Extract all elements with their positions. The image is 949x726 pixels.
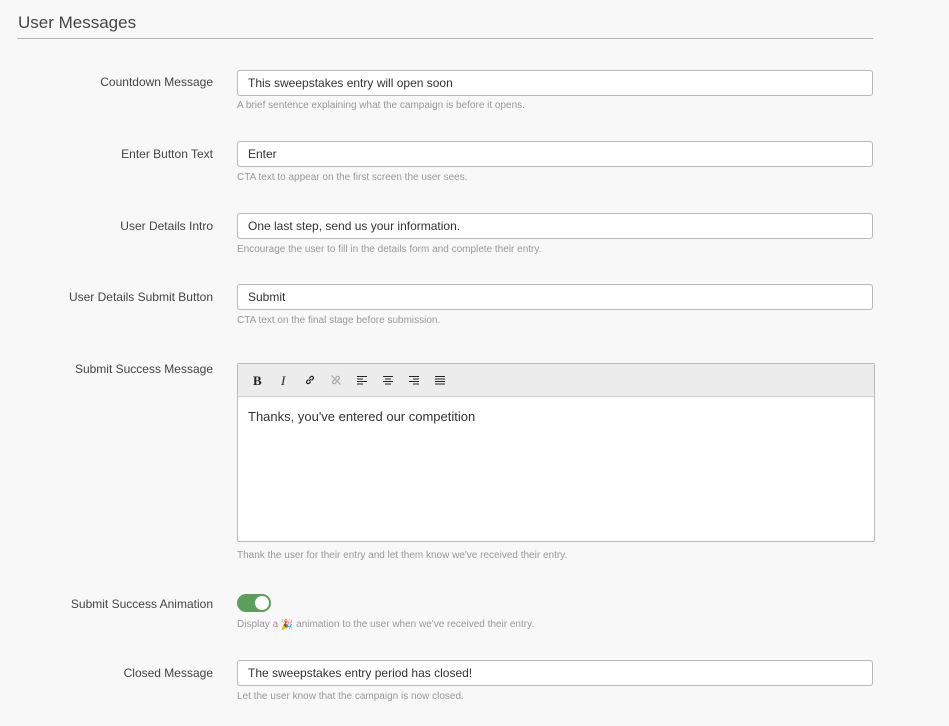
editor-content[interactable]: Thanks, you've entered our competition bbox=[238, 397, 874, 436]
svg-text:I: I bbox=[280, 374, 286, 386]
link-icon[interactable] bbox=[297, 367, 323, 393]
party-popper-icon: 🎉 bbox=[280, 620, 294, 631]
editor-toolbar: B I bbox=[238, 364, 874, 397]
align-center-icon[interactable] bbox=[375, 367, 401, 393]
toggle-knob bbox=[255, 596, 269, 610]
align-right-icon[interactable] bbox=[401, 367, 427, 393]
enter-button-text-input[interactable] bbox=[237, 141, 873, 167]
section-divider bbox=[17, 38, 873, 39]
countdown-message-help: A brief sentence explaining what the cam… bbox=[237, 100, 525, 111]
user-details-submit-help: CTA text on the final stage before submi… bbox=[237, 315, 441, 326]
closed-message-input[interactable] bbox=[237, 660, 873, 686]
user-details-intro-help: Encourage the user to fill in the detail… bbox=[237, 244, 542, 255]
closed-message-help: Let the user know that the campaign is n… bbox=[237, 691, 464, 702]
align-left-icon[interactable] bbox=[349, 367, 375, 393]
countdown-message-input[interactable] bbox=[237, 70, 873, 96]
bold-icon[interactable]: B bbox=[245, 367, 271, 393]
section-title: User Messages bbox=[18, 13, 137, 32]
user-details-intro-label: User Details Intro bbox=[120, 219, 213, 233]
svg-text:B: B bbox=[253, 374, 262, 386]
help-text-after: animation to the user when we've receive… bbox=[296, 619, 535, 630]
user-messages-panel: User Messages Countdown Message A brief … bbox=[0, 0, 949, 726]
enter-button-text-help: CTA text to appear on the first screen t… bbox=[237, 172, 468, 183]
submit-success-message-label: Submit Success Message bbox=[74, 362, 213, 376]
user-details-submit-input[interactable] bbox=[237, 284, 873, 310]
closed-message-label: Closed Message bbox=[123, 666, 213, 680]
align-justify-icon[interactable] bbox=[427, 367, 453, 393]
enter-button-text-label: Enter Button Text bbox=[121, 147, 213, 161]
unlink-icon[interactable] bbox=[323, 367, 349, 393]
submit-success-message-editor: B I Thanks, you've entered our competiti… bbox=[237, 363, 875, 542]
italic-icon[interactable]: I bbox=[271, 367, 297, 393]
submit-success-animation-toggle[interactable] bbox=[237, 594, 271, 612]
user-details-intro-input[interactable] bbox=[237, 213, 873, 239]
user-details-submit-label: User Details Submit Button bbox=[68, 290, 213, 304]
countdown-message-label: Countdown Message bbox=[100, 75, 213, 89]
submit-success-animation-help: Display a 🎉 animation to the user when w… bbox=[237, 619, 534, 631]
help-text-before: Display a bbox=[237, 619, 279, 630]
submit-success-message-help: Thank the user for their entry and let t… bbox=[237, 550, 568, 561]
submit-success-animation-label: Submit Success Animation bbox=[70, 597, 213, 611]
